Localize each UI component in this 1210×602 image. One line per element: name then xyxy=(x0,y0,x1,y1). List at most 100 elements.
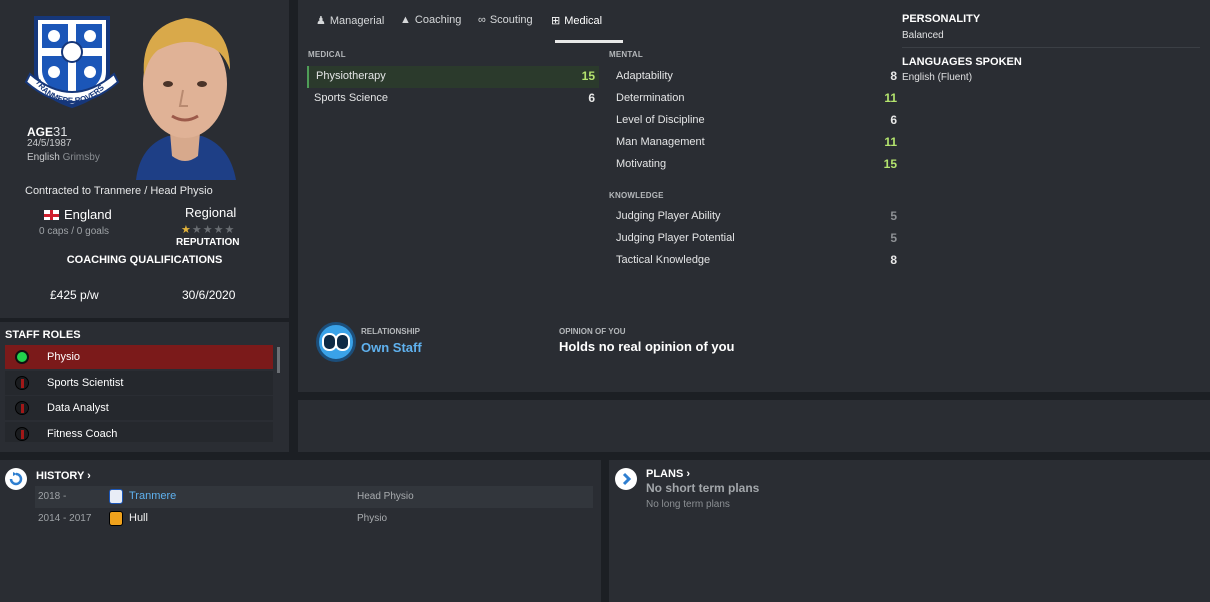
opinion-value: Holds no real opinion of you xyxy=(559,339,735,354)
role-item-fitness-coach[interactable]: Fitness Coach xyxy=(5,422,273,442)
attribute-adaptability[interactable]: Adaptability 8 xyxy=(609,66,901,88)
attributes-panel: ♟ Managerial ▲ Coaching ∞ Scouting ⊞ Medical… xyxy=(298,0,1210,392)
person-icon xyxy=(335,333,350,351)
history-row[interactable]: 2018 - Tranmere Head Physio xyxy=(35,486,593,508)
role-item-data-analyst[interactable]: Data Analyst xyxy=(5,396,273,420)
country-name[interactable]: England xyxy=(64,207,112,222)
star-filled-icon: ★ xyxy=(181,224,192,236)
reputation-level: Regional xyxy=(185,205,237,220)
history-title[interactable]: HISTORY › xyxy=(36,470,91,482)
attribute-sports-science[interactable]: Sports Science 6 xyxy=(307,88,599,110)
chevron-circle-icon xyxy=(616,469,636,489)
history-job: Physio xyxy=(357,513,388,524)
role-item-physio[interactable]: Physio xyxy=(5,345,273,369)
history-years: 2014 - 2017 xyxy=(38,513,92,524)
nationality-text: English xyxy=(27,152,60,163)
attribute-name: Level of Discipline xyxy=(616,114,705,126)
contract-status: Contracted to Tranmere / Head Physio xyxy=(25,185,213,197)
attribute-judging-player-ability[interactable]: Judging Player Ability 5 xyxy=(609,206,901,228)
attribute-name: Determination xyxy=(616,92,685,104)
tab-label: Medical xyxy=(564,15,603,27)
binoculars-icon: ∞ xyxy=(478,14,486,26)
relationship-icon xyxy=(316,322,356,362)
plans-title[interactable]: PLANS › xyxy=(646,468,690,480)
active-tab-indicator xyxy=(555,40,623,43)
tab-label: Managerial xyxy=(329,15,385,27)
role-item-sports-scientist[interactable]: Sports Scientist xyxy=(5,371,273,395)
short-term-plans: No short term plans xyxy=(646,481,760,495)
empty-panel xyxy=(298,400,1210,452)
attribute-judging-player-potential[interactable]: Judging Player Potential 5 xyxy=(609,228,901,250)
date-of-birth: 24/5/1987 xyxy=(27,138,72,149)
attribute-value: 15 xyxy=(581,69,595,83)
tab-coaching[interactable]: ▲ Coaching xyxy=(400,14,461,40)
attribute-name: Adaptability xyxy=(616,70,673,82)
contract-expiry: 30/6/2020 xyxy=(182,288,236,302)
tab-scouting[interactable]: ∞ Scouting xyxy=(478,14,533,40)
plans-icon xyxy=(615,468,637,490)
attribute-name: Motivating xyxy=(616,158,667,170)
staff-photo xyxy=(126,6,244,180)
personality-value: Balanced xyxy=(902,30,944,41)
history-job: Head Physio xyxy=(357,491,414,502)
attribute-man-management[interactable]: Man Management 11 xyxy=(609,132,901,154)
attribute-motivating[interactable]: Motivating 15 xyxy=(609,154,901,176)
coaching-icon: ▲ xyxy=(400,14,411,26)
languages-value: English (Fluent) xyxy=(902,72,973,83)
tab-managerial[interactable]: ♟ Managerial xyxy=(316,14,384,40)
attribute-physiotherapy[interactable]: Physiotherapy 15 xyxy=(307,66,599,88)
birthplace[interactable]: Grimsby xyxy=(63,152,100,163)
role-label: Physio xyxy=(47,351,81,363)
panel-divider xyxy=(0,318,289,322)
roles-scrollbar[interactable] xyxy=(277,347,280,373)
attribute-tactical-knowledge[interactable]: Tactical Knowledge 8 xyxy=(609,250,901,272)
history-club-link[interactable]: Tranmere xyxy=(129,490,176,502)
profile-panel: TRANMERE ROVERS AGE 31 24/5/1987 English… xyxy=(0,0,289,452)
chevron-right-icon: › xyxy=(87,470,91,482)
history-circle-icon xyxy=(6,469,26,489)
reputation-stars: ★★★★★ xyxy=(181,223,235,236)
age-label: AGE xyxy=(27,125,54,139)
role-status-icon xyxy=(15,350,29,364)
nationality: English Grimsby xyxy=(27,152,100,163)
history-years: 2018 - xyxy=(38,491,67,502)
role-label: Fitness Coach xyxy=(47,428,118,440)
staff-roles-title: STAFF ROLES xyxy=(5,329,81,341)
attribute-name: Sports Science xyxy=(314,92,388,104)
role-label: Sports Scientist xyxy=(47,377,124,389)
attribute-name: Tactical Knowledge xyxy=(616,254,711,266)
attribute-value: 15 xyxy=(883,157,897,171)
tranmere-crest-icon xyxy=(109,489,123,504)
attribute-value: 6 xyxy=(890,113,897,127)
attribute-value: 6 xyxy=(588,91,595,105)
attribute-value: 8 xyxy=(890,69,897,83)
personality-title: PERSONALITY xyxy=(902,13,981,25)
tab-label: Scouting xyxy=(489,14,533,26)
star-empty-icon: ★ xyxy=(224,224,236,236)
knowledge-section-title: KNOWLEDGE xyxy=(609,191,664,200)
star-empty-icon: ★ xyxy=(202,224,214,236)
international-caps: 0 caps / 0 goals xyxy=(39,226,110,237)
coaching-qualifications-label[interactable]: COACHING QUALIFICATIONS xyxy=(0,254,289,266)
attribute-name: Physiotherapy xyxy=(316,70,386,82)
attribute-determination[interactable]: Determination 11 xyxy=(609,88,901,110)
medical-kit-icon: ⊞ xyxy=(551,15,561,27)
age-value: 31 xyxy=(53,124,68,139)
history-title-text: HISTORY xyxy=(36,470,85,482)
star-empty-icon: ★ xyxy=(213,224,225,236)
attribute-name: Judging Player Ability xyxy=(616,210,721,222)
history-icon xyxy=(5,468,27,490)
attribute-value: 5 xyxy=(890,209,897,223)
managerial-icon: ♟ xyxy=(316,15,326,27)
history-row[interactable]: 2014 - 2017 Hull Physio xyxy=(35,508,593,530)
attribute-level-of-discipline[interactable]: Level of Discipline 6 xyxy=(609,110,901,132)
history-panel: HISTORY › 2018 - Tranmere Head Physio 20… xyxy=(0,460,601,602)
medical-section-title: MEDICAL xyxy=(308,50,346,59)
club-badge: TRANMERE ROVERS xyxy=(24,16,120,109)
role-status-icon xyxy=(15,376,29,390)
tab-medical[interactable]: ⊞ Medical xyxy=(551,14,602,40)
history-club-link[interactable]: Hull xyxy=(129,512,148,524)
attribute-name: Judging Player Potential xyxy=(616,232,735,244)
wage: £425 p/w xyxy=(50,288,99,302)
long-term-plans: No long term plans xyxy=(646,499,730,510)
